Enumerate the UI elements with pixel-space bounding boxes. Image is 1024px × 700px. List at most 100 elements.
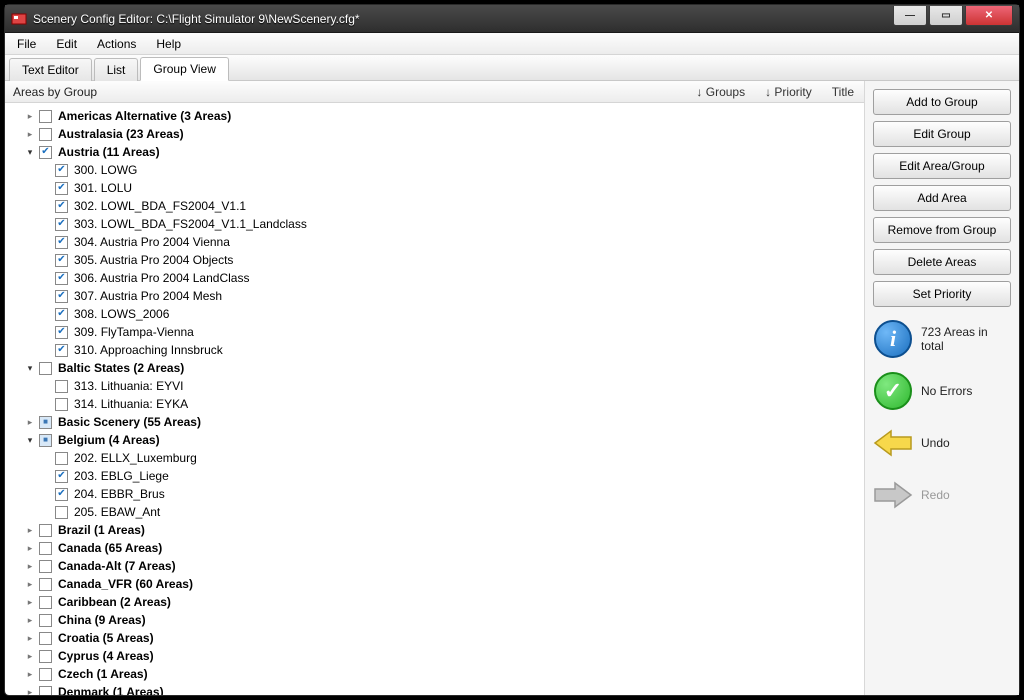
tree-item[interactable]: 303. LOWL_BDA_FS2004_V1.1_Landclass <box>7 215 862 233</box>
tree-group[interactable]: ▸Cyprus (4 Areas) <box>7 647 862 665</box>
checkbox[interactable] <box>39 128 52 141</box>
checkbox[interactable] <box>55 272 68 285</box>
chevron-right-icon[interactable]: ▸ <box>23 631 37 645</box>
tree-group[interactable]: ▾Austria (11 Areas) <box>7 143 862 161</box>
col-groups[interactable]: ↓ Groups <box>686 85 755 99</box>
set-priority-button[interactable]: Set Priority <box>873 281 1011 307</box>
checkbox[interactable] <box>39 416 52 429</box>
tree-item[interactable]: 314. Lithuania: EYKA <box>7 395 862 413</box>
tree-item[interactable]: 203. EBLG_Liege <box>7 467 862 485</box>
checkbox[interactable] <box>39 524 52 537</box>
chevron-right-icon[interactable]: ▸ <box>23 559 37 573</box>
tree-item[interactable]: 202. ELLX_Luxemburg <box>7 449 862 467</box>
add-area-button[interactable]: Add Area <box>873 185 1011 211</box>
checkbox[interactable] <box>39 686 52 696</box>
tree-item[interactable]: 301. LOLU <box>7 179 862 197</box>
tree-item[interactable]: 304. Austria Pro 2004 Vienna <box>7 233 862 251</box>
tree-group[interactable]: ▸Brazil (1 Areas) <box>7 521 862 539</box>
checkbox[interactable] <box>55 236 68 249</box>
chevron-right-icon[interactable]: ▸ <box>23 577 37 591</box>
tree-group[interactable]: ▸Denmark (1 Areas) <box>7 683 862 695</box>
checkbox[interactable] <box>55 218 68 231</box>
checkbox[interactable] <box>55 398 68 411</box>
checkbox[interactable] <box>55 254 68 267</box>
minimize-button[interactable]: — <box>893 6 927 26</box>
checkbox[interactable] <box>39 578 52 591</box>
chevron-right-icon[interactable]: ▸ <box>23 685 37 695</box>
checkbox[interactable] <box>39 434 52 447</box>
menu-edit[interactable]: Edit <box>48 35 85 53</box>
tree-item[interactable]: 310. Approaching Innsbruck <box>7 341 862 359</box>
tree-item[interactable]: 204. EBBR_Brus <box>7 485 862 503</box>
col-title[interactable]: Title <box>822 85 864 99</box>
checkbox[interactable] <box>55 380 68 393</box>
checkbox[interactable] <box>55 488 68 501</box>
checkbox[interactable] <box>55 506 68 519</box>
tree-item[interactable]: 305. Austria Pro 2004 Objects <box>7 251 862 269</box>
checkbox[interactable] <box>55 452 68 465</box>
menu-help[interactable]: Help <box>148 35 189 53</box>
undo-row[interactable]: Undo <box>873 423 1011 463</box>
tree-group[interactable]: ▸Basic Scenery (55 Areas) <box>7 413 862 431</box>
checkbox[interactable] <box>55 308 68 321</box>
add-to-group-button[interactable]: Add to Group <box>873 89 1011 115</box>
tree-group[interactable]: ▾Belgium (4 Areas) <box>7 431 862 449</box>
checkbox[interactable] <box>39 632 52 645</box>
chevron-right-icon[interactable]: ▸ <box>23 541 37 555</box>
checkbox[interactable] <box>55 344 68 357</box>
tree-item[interactable]: 307. Austria Pro 2004 Mesh <box>7 287 862 305</box>
chevron-right-icon[interactable]: ▸ <box>23 595 37 609</box>
tab-text-editor[interactable]: Text Editor <box>9 58 92 81</box>
maximize-button[interactable]: ▭ <box>929 6 963 26</box>
tree-item[interactable]: 306. Austria Pro 2004 LandClass <box>7 269 862 287</box>
chevron-right-icon[interactable]: ▸ <box>23 667 37 681</box>
checkbox[interactable] <box>39 614 52 627</box>
checkbox[interactable] <box>55 164 68 177</box>
tab-group-view[interactable]: Group View <box>140 57 228 81</box>
tree-item[interactable]: 313. Lithuania: EYVI <box>7 377 862 395</box>
tree-item[interactable]: 309. FlyTampa-Vienna <box>7 323 862 341</box>
chevron-right-icon[interactable]: ▸ <box>23 127 37 141</box>
chevron-down-icon[interactable]: ▾ <box>23 145 37 159</box>
tree-item[interactable]: 308. LOWS_2006 <box>7 305 862 323</box>
delete-areas-button[interactable]: Delete Areas <box>873 249 1011 275</box>
chevron-down-icon[interactable]: ▾ <box>23 361 37 375</box>
checkbox[interactable] <box>55 470 68 483</box>
remove-from-group-button[interactable]: Remove from Group <box>873 217 1011 243</box>
col-areas-by-group[interactable]: Areas by Group <box>5 85 686 99</box>
tree-group[interactable]: ▾Baltic States (2 Areas) <box>7 359 862 377</box>
tree-group[interactable]: ▸Americas Alternative (3 Areas) <box>7 107 862 125</box>
checkbox[interactable] <box>39 650 52 663</box>
checkbox[interactable] <box>39 560 52 573</box>
checkbox[interactable] <box>39 362 52 375</box>
checkbox[interactable] <box>55 290 68 303</box>
checkbox[interactable] <box>39 110 52 123</box>
tree-group[interactable]: ▸Caribbean (2 Areas) <box>7 593 862 611</box>
checkbox[interactable] <box>39 596 52 609</box>
tree-group[interactable]: ▸Canada-Alt (7 Areas) <box>7 557 862 575</box>
edit-area-group-button[interactable]: Edit Area/Group <box>873 153 1011 179</box>
tree-group[interactable]: ▸China (9 Areas) <box>7 611 862 629</box>
tree-item[interactable]: 300. LOWG <box>7 161 862 179</box>
tree-group[interactable]: ▸Czech (1 Areas) <box>7 665 862 683</box>
checkbox[interactable] <box>39 668 52 681</box>
chevron-right-icon[interactable]: ▸ <box>23 109 37 123</box>
tree-group[interactable]: ▸Australasia (23 Areas) <box>7 125 862 143</box>
chevron-right-icon[interactable]: ▸ <box>23 523 37 537</box>
chevron-right-icon[interactable]: ▸ <box>23 613 37 627</box>
menu-file[interactable]: File <box>9 35 44 53</box>
checkbox[interactable] <box>39 146 52 159</box>
tree-group[interactable]: ▸Canada (65 Areas) <box>7 539 862 557</box>
checkbox[interactable] <box>39 542 52 555</box>
chevron-right-icon[interactable]: ▸ <box>23 415 37 429</box>
tab-list[interactable]: List <box>94 58 139 81</box>
close-button[interactable]: ✕ <box>965 6 1013 26</box>
menu-actions[interactable]: Actions <box>89 35 144 53</box>
checkbox[interactable] <box>55 326 68 339</box>
edit-group-button[interactable]: Edit Group <box>873 121 1011 147</box>
checkbox[interactable] <box>55 182 68 195</box>
tree-item[interactable]: 205. EBAW_Ant <box>7 503 862 521</box>
tree-item[interactable]: 302. LOWL_BDA_FS2004_V1.1 <box>7 197 862 215</box>
checkbox[interactable] <box>55 200 68 213</box>
chevron-right-icon[interactable]: ▸ <box>23 649 37 663</box>
